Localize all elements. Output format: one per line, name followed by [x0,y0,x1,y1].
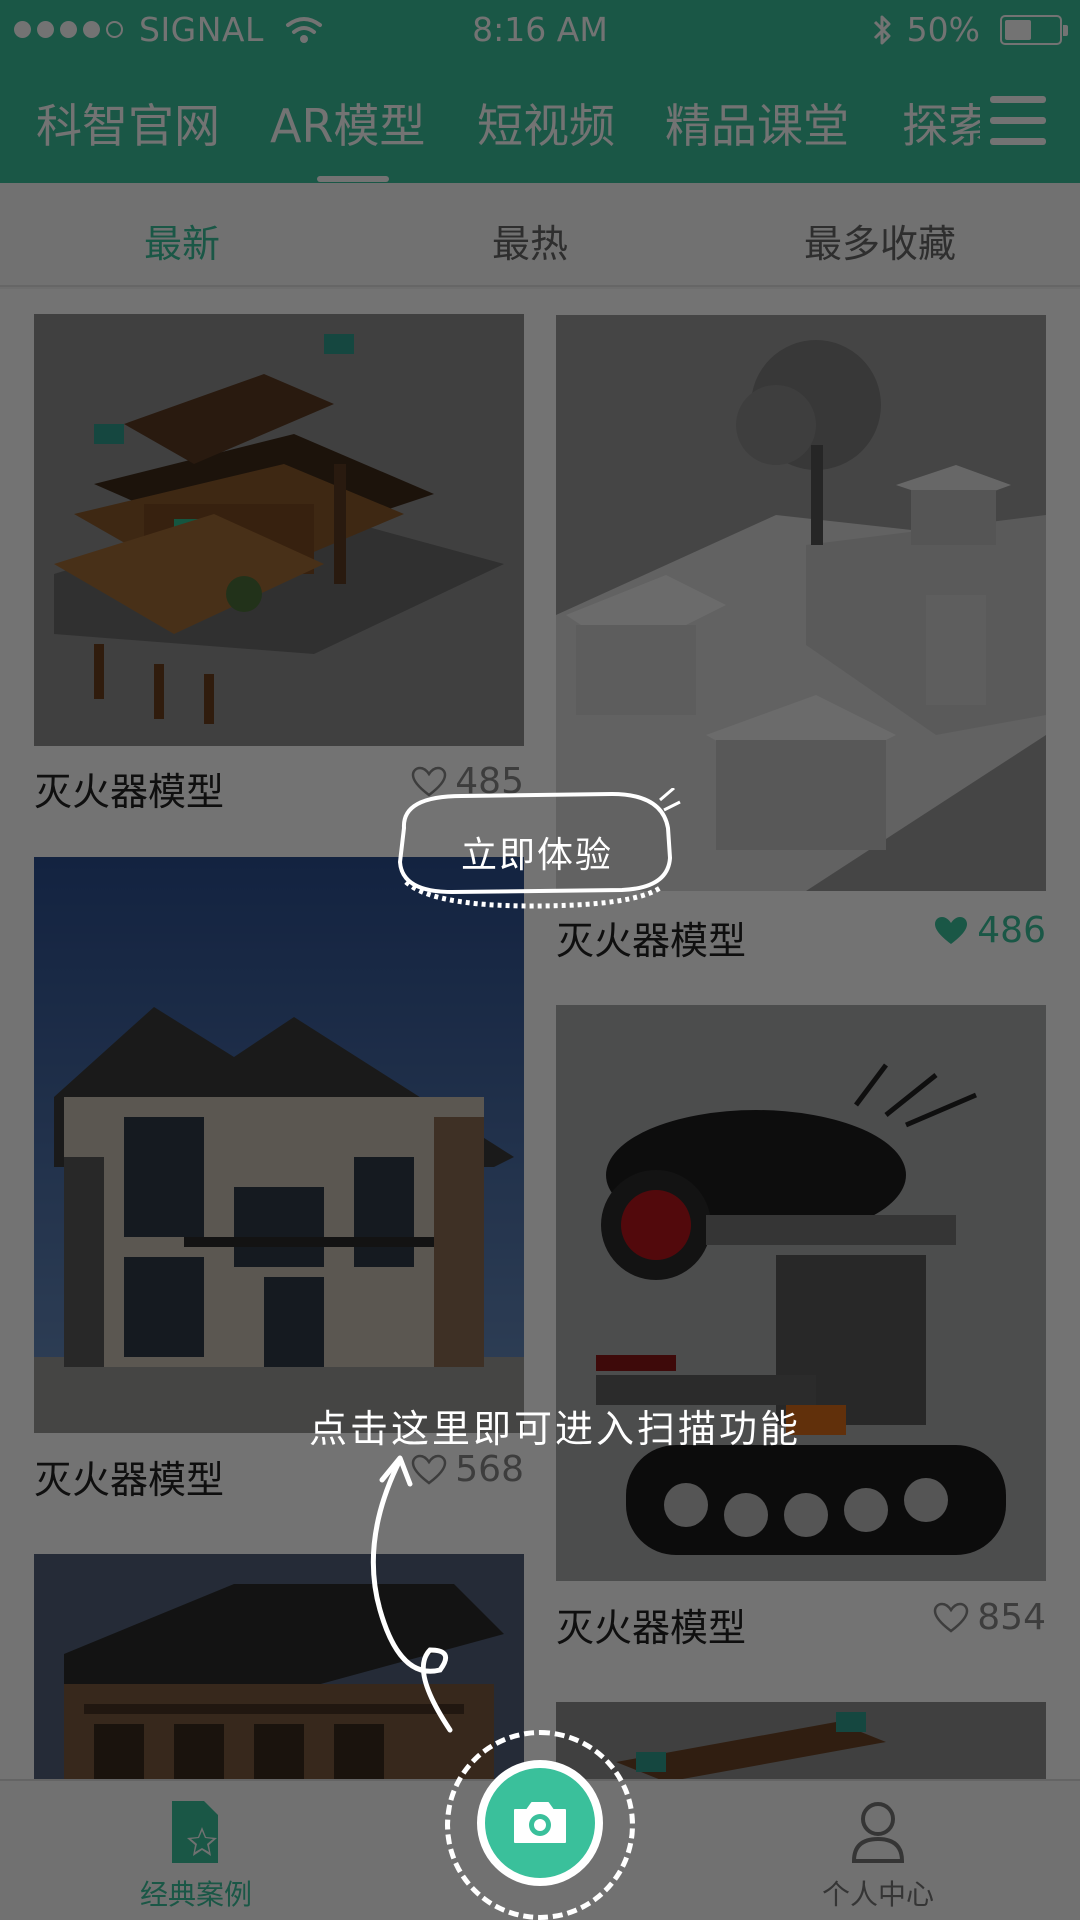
card-title: 灭火器模型 [34,770,225,814]
model-feed: 灭火器模型 485 灭火器模型 486 灭火器模型 568 灭火器模型 854 [0,289,1080,1779]
tab-classic-cases[interactable]: 经典案例 [96,1797,296,1913]
tracked-robot-model-image[interactable] [556,1005,1046,1581]
tab-kezhi-website[interactable]: 科智官网 [36,90,220,156]
battery-fill [1005,19,1031,40]
like-count-value: 854 [977,1597,1046,1638]
active-tab-indicator [317,176,389,182]
camera-icon [514,1802,566,1843]
model-card[interactable]: 灭火器模型 485 [34,314,524,814]
model-card[interactable]: 灭火器模型 854 [556,1005,1046,1650]
nav-tabs: 科智官网 AR模型 短视频 精品课堂 探索 [0,62,980,183]
document-star-icon [172,1801,218,1863]
heart-outline-icon[interactable] [933,1602,969,1634]
status-right: 50% [871,10,1068,49]
wooden-house-model-image[interactable] [556,1702,1046,1779]
model-card[interactable]: 灭火器模型 568 [34,857,524,1502]
model-card[interactable] [556,1702,1046,1779]
tab-classic-cases-label: 经典案例 [139,1878,252,1911]
tab-premium-classroom[interactable]: 精品课堂 [665,90,849,156]
heart-filled-icon[interactable] [933,915,969,947]
card-title: 灭火器模型 [556,1606,747,1650]
modern-villa-model-image[interactable] [34,857,524,1433]
tab-personal-center-label: 个人中心 [821,1878,934,1911]
try-now-text: 立即体验 [460,835,613,876]
app-header: SIGNAL 8:16 AM 50% 科智官网 AR模型 短视频 精品课堂 探索 [0,0,1080,183]
tab-explore[interactable]: 探索 [902,90,980,156]
battery-percent: 50% [906,10,980,49]
card-title: 灭火器模型 [34,1458,225,1502]
curved-arrow-icon [370,1455,453,1733]
like-count[interactable]: 854 [933,1597,1046,1638]
user-icon [851,1802,905,1863]
sort-tab-most-favorited[interactable]: 最多收藏 [760,213,1000,268]
scan-hint-text: 点击这里即可进入扫描功能 [308,1407,801,1451]
like-count[interactable]: 486 [933,910,1046,951]
try-now-bubble[interactable]: 立即体验 [392,786,682,920]
tab-ar-models[interactable]: AR模型 [270,90,425,156]
like-count-value: 486 [977,910,1046,951]
scan-camera-button[interactable] [477,1760,603,1886]
sort-bar: 最新 最热 最多收藏 [0,183,1080,287]
status-bar: SIGNAL 8:16 AM 50% [0,0,1080,62]
bluetooth-icon [873,15,891,44]
battery-tip [1063,24,1068,36]
sort-tab-newest[interactable]: 最新 [62,213,302,268]
sort-tab-hottest[interactable]: 最热 [410,213,650,268]
tab-short-video[interactable]: 短视频 [477,90,615,156]
chinese-wooden-house-model-image[interactable] [34,314,524,746]
battery-icon [1000,14,1068,45]
menu-icon[interactable] [990,96,1046,146]
tab-personal-center[interactable]: 个人中心 [778,1797,978,1913]
